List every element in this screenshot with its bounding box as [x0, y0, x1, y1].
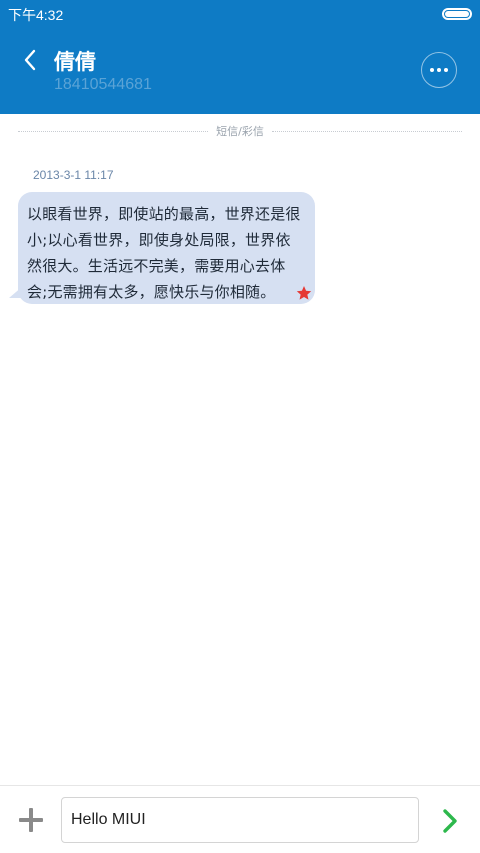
more-horizontal-icon [430, 68, 434, 72]
conversation-header: 倩倩 18410544681 [0, 28, 480, 114]
more-horizontal-icon [437, 68, 441, 72]
plus-icon [29, 808, 33, 832]
battery-fill [445, 11, 469, 17]
contact-name: 倩倩 [54, 50, 96, 74]
star-icon [296, 286, 312, 300]
more-options-button[interactable] [421, 52, 457, 88]
more-horizontal-icon [444, 68, 448, 72]
send-button[interactable] [439, 808, 461, 834]
divider-label: 短信/彩信 [216, 125, 264, 138]
thread-divider: 短信/彩信 [18, 122, 462, 140]
chevron-left-icon [24, 49, 36, 71]
status-time: 下午4:32 [8, 7, 64, 23]
back-button[interactable] [16, 46, 44, 74]
message-timestamp: 2013-3-1 11:17 [33, 168, 114, 182]
attach-button[interactable] [19, 808, 43, 832]
compose-bar [0, 785, 480, 853]
status-bar: 下午4:32 [0, 0, 480, 28]
divider-line [18, 130, 209, 132]
message-input[interactable] [61, 797, 419, 843]
contact-number: 18410544681 [54, 76, 152, 93]
divider-line [271, 130, 462, 132]
send-chevron-icon [443, 809, 457, 833]
message-bubble[interactable]: 以眼看世界，即使站的最高，世界还是很小;以心看世界，即使身处局限，世界依然很大。… [18, 192, 315, 304]
battery-icon [442, 8, 472, 20]
